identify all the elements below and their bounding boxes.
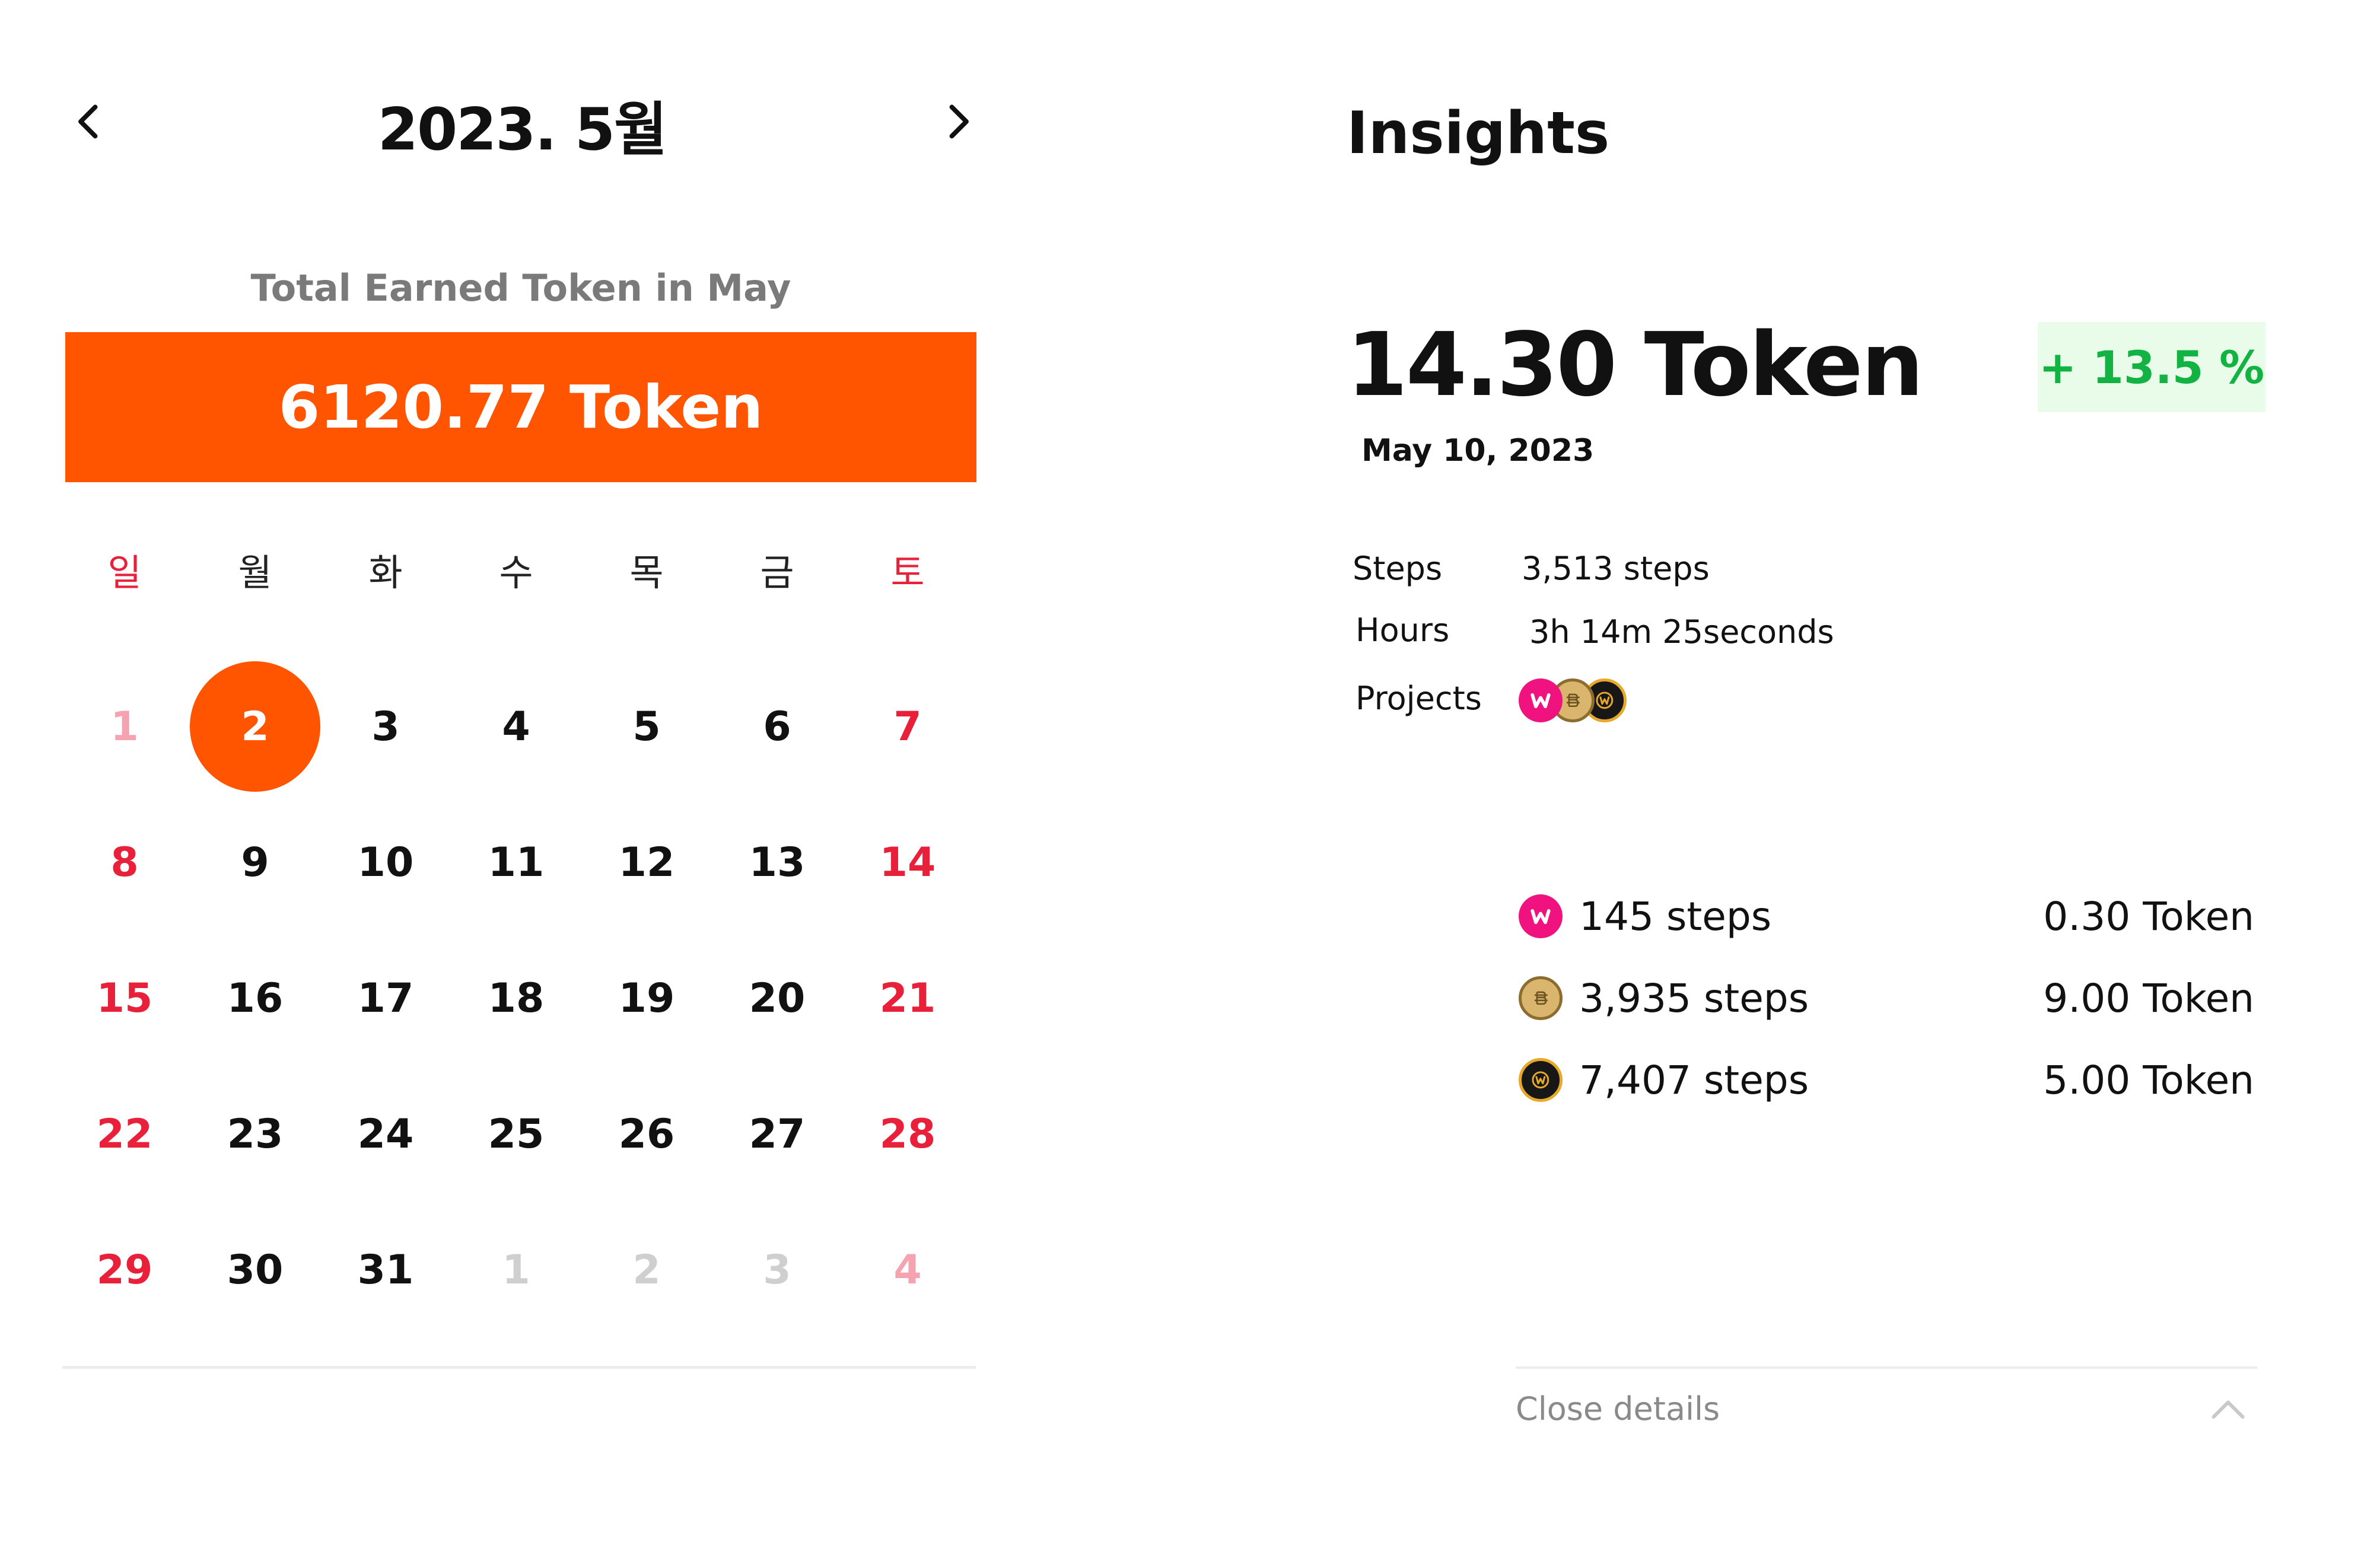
calendar-day[interactable]: 11 [451,800,581,925]
calendar-day-next-month[interactable]: 3 [712,1208,842,1332]
weekday-wed: 수 [499,551,533,594]
weekday-thu: 목 [629,551,664,594]
chevron-left-icon [78,104,98,139]
calendar-day[interactable]: 24 [320,1072,451,1196]
calendar-day[interactable]: 29 [59,1208,190,1332]
calendar-day[interactable]: 23 [190,1072,320,1196]
w-coin-icon [1519,894,1563,938]
project-row: 3,935 steps 9.00 Token [1519,966,2254,1031]
calendar-day[interactable]: 10 [320,800,451,925]
calendar-day-next-month[interactable]: 4 [842,1208,973,1332]
project-icons [1519,676,1637,724]
calendar-day[interactable]: 18 [451,936,581,1060]
calendar-day[interactable]: 20 [712,936,842,1060]
project-steps: 145 steps [1579,893,1772,939]
weekday-mon: 월 [238,551,272,594]
calendar-day[interactable]: 16 [190,936,320,1060]
total-earned-value: 6120.77 Token [65,332,976,482]
calendar-day[interactable]: 21 [842,936,973,1060]
close-details-button[interactable]: Close details [1516,1382,2257,1435]
calendar-day[interactable]: 9 [190,800,320,925]
calendar-day[interactable]: 5 [581,664,712,789]
calendar-day-selected[interactable]: 2 [190,661,320,792]
calendar-day[interactable]: 14 [842,800,973,925]
weekday-header: 일 월 화 수 목 금 토 [59,540,973,599]
calendar-day[interactable]: 12 [581,800,712,925]
calendar-day[interactable]: 4 [451,664,581,789]
calendar-day[interactable]: 27 [712,1072,842,1196]
calendar-day-next-month[interactable]: 2 [581,1208,712,1332]
project-tokens: 9.00 Token [2043,975,2254,1021]
calendar-day[interactable]: 30 [190,1208,320,1332]
prev-month-button[interactable] [53,86,125,157]
calendar-day[interactable]: 26 [581,1072,712,1196]
calendar-day[interactable]: 31 [320,1208,451,1332]
weekday-fri: 금 [760,551,794,594]
calendar-day[interactable]: 22 [59,1072,190,1196]
b-coin-icon [1519,976,1563,1020]
calendar-day[interactable]: 8 [59,800,190,925]
project-tokens: 5.00 Token [2043,1057,2254,1103]
calendar-day[interactable]: 19 [581,936,712,1060]
calendar-grid: 1 2 3 4 5 6 7 8 9 10 11 12 13 14 15 16 1… [59,661,973,1343]
project-steps: 3,935 steps [1579,975,1809,1021]
k-coin-icon [1519,1058,1563,1102]
chevron-right-icon [949,104,969,139]
token-total: 14.30 Token [1347,314,1924,416]
weekday-sat: 토 [890,551,925,594]
hours-label: Hours [1356,611,1450,649]
next-month-button[interactable] [922,86,994,157]
project-steps: 7,407 steps [1579,1057,1809,1103]
calendar-day[interactable]: 17 [320,936,451,1060]
calendar-day[interactable]: 6 [712,664,842,789]
weekday-sun: 일 [107,551,142,594]
project-tokens: 0.30 Token [2043,893,2254,939]
calendar-day[interactable]: 28 [842,1072,973,1196]
change-badge: + 13.5 % [2038,322,2266,412]
calendar-day[interactable]: 13 [712,800,842,925]
hours-value: 3h 14m 25seconds [1529,613,1834,651]
calendar-day[interactable]: 7 [842,664,973,789]
w-coin-icon [1519,678,1563,722]
insights-title: Insights [1347,100,1610,167]
calendar-day[interactable]: 25 [451,1072,581,1196]
projects-label: Projects [1356,679,1482,717]
steps-value: 3,513 steps [1522,549,1710,587]
month-title: 2023. 5월 [377,96,667,164]
insight-date: May 10, 2023 [1361,433,1595,469]
calendar-divider [62,1366,976,1369]
steps-label: Steps [1353,549,1443,587]
calendar-day[interactable]: 15 [59,936,190,1060]
project-row: 145 steps 0.30 Token [1519,884,2254,949]
project-row: 7,407 steps 5.00 Token [1519,1047,2254,1113]
close-details-label: Close details [1516,1390,1720,1428]
total-earned-label: Total Earned Token in May [250,266,791,310]
calendar-day[interactable]: 3 [320,664,451,789]
calendar-day[interactable]: 1 [59,664,190,789]
details-divider [1516,1366,2257,1369]
chevron-up-icon [2212,1400,2245,1419]
calendar-day-number: 2 [241,703,269,750]
weekday-tue: 화 [368,551,403,594]
calendar-day-next-month[interactable]: 1 [451,1208,581,1332]
